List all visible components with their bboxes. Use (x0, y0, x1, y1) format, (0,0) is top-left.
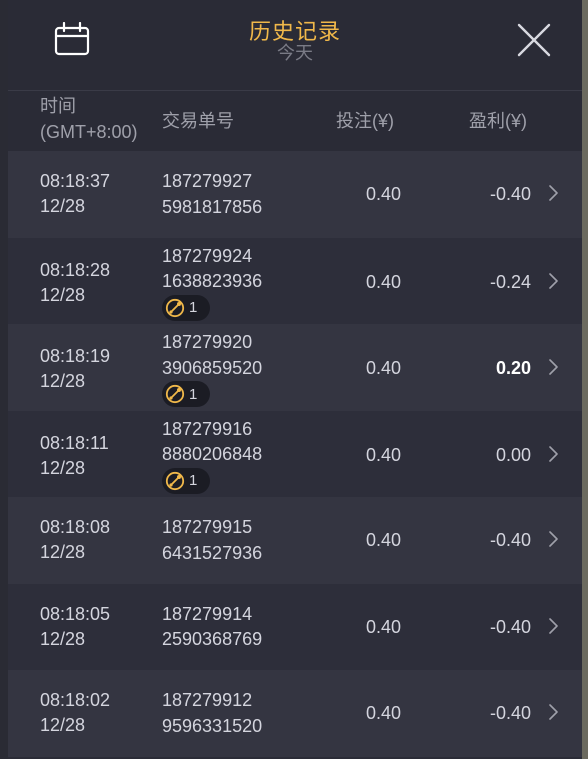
row-profit: 0.20 (495, 358, 531, 378)
history-list: 08:18:37 12/28 187279927 5981817856 0.40… (8, 151, 582, 757)
row-order-line1: 187279915 (162, 517, 253, 537)
row-profit: -0.40 (489, 616, 531, 637)
free-spin-icon (165, 384, 185, 404)
table-row[interactable]: 08:18:19 12/28 187279920 3906859520 0.40… (8, 324, 582, 411)
free-spin-icon (165, 471, 185, 490)
column-time: 时间 (GMT+8:00) (40, 93, 138, 145)
row-bet: 0.40 (365, 271, 401, 292)
chevron-right-icon (549, 531, 558, 547)
row-bet: 0.40 (365, 444, 401, 465)
table-row[interactable]: 08:18:02 12/28 187279912 9596331520 0.40… (8, 670, 582, 757)
chevron-right-icon (549, 617, 558, 634)
row-time-value: 08:18:05 (40, 603, 111, 624)
row-order-number: 187279914 2590368769 (162, 602, 262, 653)
free-spin-badge: 1 (162, 294, 210, 321)
row-date-value: 12/28 (40, 715, 86, 735)
row-order-line2: 5981817856 (162, 196, 263, 217)
free-spin-badge: 1 (162, 467, 210, 494)
row-order-line1: 187279912 (162, 690, 253, 710)
row-order-number: 187279924 1638823936 (162, 244, 262, 295)
row-order-line1: 187279916 (162, 418, 253, 439)
row-bet: 0.40 (365, 184, 401, 204)
row-date-value: 12/28 (40, 542, 86, 562)
row-time: 08:18:37 12/28 (40, 169, 110, 219)
row-time: 08:18:08 12/28 (40, 515, 110, 565)
row-time: 08:18:02 12/28 (40, 688, 110, 738)
column-order: 交易单号 (162, 111, 234, 131)
close-icon (517, 23, 551, 57)
row-bet: 0.40 (365, 358, 401, 378)
row-bet: 0.40 (365, 530, 401, 550)
table-row[interactable]: 08:18:05 12/28 187279914 2590368769 0.40… (8, 583, 582, 670)
row-date-value: 12/28 (40, 284, 86, 305)
row-order-line1: 187279914 (162, 603, 253, 624)
row-time: 08:18:11 12/28 (40, 431, 109, 481)
row-time-value: 08:18:08 (40, 517, 111, 537)
row-order-number: 187279912 9596331520 (162, 688, 262, 739)
table-header: 时间 (GMT+8:00) 交易单号 投注(¥) 盈利(¥) (8, 91, 582, 151)
chevron-right-icon (549, 185, 558, 201)
row-date-value: 12/28 (40, 371, 86, 391)
row-order-line2: 9596331520 (162, 715, 263, 736)
row-order-line1: 187279920 (162, 332, 253, 352)
row-profit: -0.40 (489, 530, 531, 550)
row-date-value: 12/28 (40, 196, 86, 216)
table-row[interactable]: 08:18:11 12/28 187279916 8880206848 0.40… (8, 410, 582, 497)
row-time-value: 08:18:28 (40, 259, 111, 280)
free-spin-count: 1 (189, 299, 198, 316)
row-time: 08:18:19 12/28 (40, 344, 110, 394)
row-time: 08:18:28 12/28 (40, 258, 110, 308)
column-bet: 投注(¥) (336, 111, 394, 131)
row-order-line2: 6431527936 (162, 542, 263, 563)
row-order-line1: 187279927 (162, 171, 253, 191)
row-profit: -0.40 (489, 703, 531, 723)
row-order-line1: 187279924 (162, 245, 253, 266)
column-profit: 盈利(¥) (469, 111, 527, 131)
row-date-value: 12/28 (40, 457, 86, 478)
row-order-number: 187279916 8880206848 (162, 417, 262, 468)
row-time: 08:18:05 12/28 (40, 602, 110, 652)
background-right-edge (582, 0, 588, 759)
chevron-right-icon (549, 272, 558, 289)
free-spin-icon (165, 298, 185, 317)
row-profit: 0.00 (495, 444, 531, 465)
row-order-number: 187279915 6431527936 (162, 515, 262, 566)
row-order-line2: 1638823936 (162, 271, 263, 291)
row-bet: 0.40 (365, 703, 401, 723)
free-spin-badge: 1 (162, 381, 210, 407)
row-order-number: 187279920 3906859520 (162, 330, 262, 381)
row-order-line2: 3906859520 (162, 357, 263, 378)
row-profit: -0.24 (489, 271, 531, 292)
date-filter-label: 今天 (277, 43, 313, 63)
row-profit: -0.40 (489, 184, 531, 204)
row-order-line2: 8880206848 (162, 444, 263, 464)
history-panel: 历史记录 今天 时间 (GMT+8:00) 交易单号 投注(¥) 盈利(¥) 0… (8, 0, 582, 759)
chevron-right-icon (549, 704, 558, 720)
chevron-right-icon (549, 445, 558, 462)
table-row[interactable]: 08:18:08 12/28 187279915 6431527936 0.40… (8, 497, 582, 584)
table-row[interactable]: 08:18:28 12/28 187279924 1638823936 0.40… (8, 237, 582, 324)
row-time-value: 08:18:11 (40, 432, 109, 453)
row-date-value: 12/28 (40, 628, 86, 649)
row-bet: 0.40 (365, 616, 401, 637)
row-time-value: 08:18:37 (40, 171, 111, 191)
table-row[interactable]: 08:18:37 12/28 187279927 5981817856 0.40… (8, 151, 582, 238)
row-time-value: 08:18:19 (40, 346, 111, 366)
row-order-number: 187279927 5981817856 (162, 169, 262, 220)
close-button[interactable] (516, 22, 552, 58)
title-block: 历史记录 今天 (8, 18, 582, 64)
row-time-value: 08:18:02 (40, 690, 111, 710)
header: 历史记录 今天 (8, 0, 582, 91)
column-time-label: 时间 (40, 96, 76, 116)
chevron-right-icon (549, 359, 558, 375)
free-spin-count: 1 (189, 385, 198, 403)
free-spin-count: 1 (189, 472, 198, 489)
row-order-line2: 2590368769 (162, 629, 263, 649)
column-time-zone: (GMT+8:00) (40, 122, 138, 142)
